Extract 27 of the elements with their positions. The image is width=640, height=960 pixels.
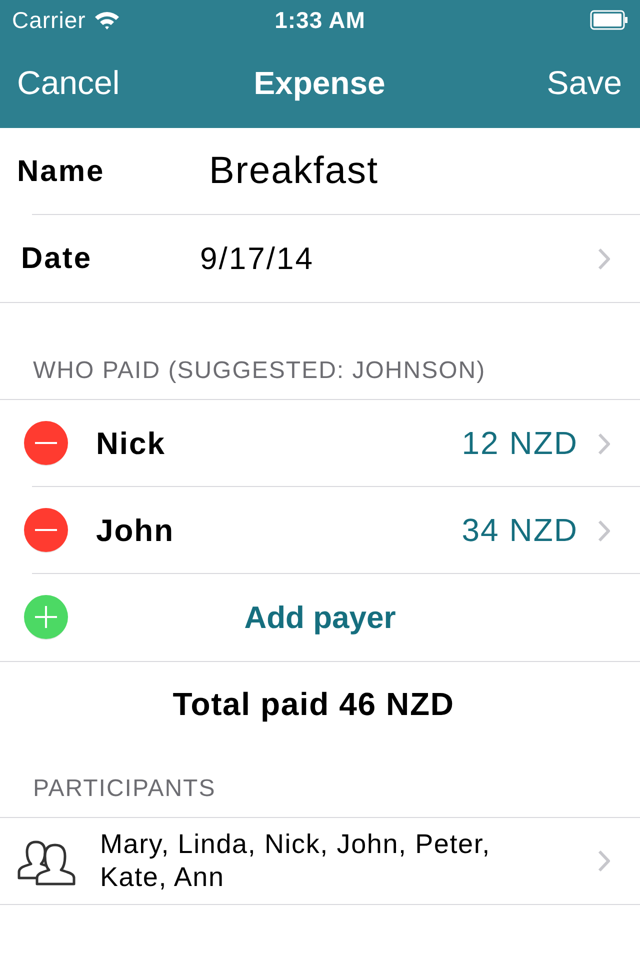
remove-icon[interactable]	[24, 508, 68, 554]
screen-title: Expense	[254, 64, 386, 102]
payer-amount: 12 NZD	[462, 425, 578, 462]
date-value[interactable]: 9/17/14	[200, 240, 598, 276]
battery-icon	[590, 10, 628, 30]
section-header: PARTICIPANTS	[33, 775, 216, 803]
section-header: WHO PAID (SUGGESTED: JOHNSON)	[33, 357, 486, 385]
name-value[interactable]: Breakfast	[209, 150, 610, 193]
chevron-icon	[598, 850, 610, 872]
participants-list[interactable]: Mary, Linda, Nick, John, Peter, Kate, Ann	[100, 828, 530, 894]
carrier-label: Carrier	[12, 6, 86, 34]
add-payer-button[interactable]: Add payer	[244, 600, 396, 636]
add-icon[interactable]	[24, 594, 68, 640]
remove-icon[interactable]	[24, 420, 68, 466]
status-time: 1:33 AM	[274, 6, 366, 34]
chevron-icon	[598, 520, 610, 542]
field-label: Name	[17, 154, 106, 188]
save-button[interactable]: Save	[546, 64, 622, 102]
cancel-button[interactable]: Cancel	[17, 64, 120, 102]
wifi-icon	[94, 10, 120, 30]
chevron-icon	[598, 432, 610, 454]
total-paid: Total paid 46 NZD	[172, 686, 454, 722]
chevron-icon	[598, 248, 610, 270]
field-label: Date	[21, 242, 94, 276]
payer-amount: 34 NZD	[462, 512, 578, 549]
payer-name[interactable]: John	[96, 512, 462, 548]
payer-name[interactable]: Nick	[96, 426, 462, 462]
